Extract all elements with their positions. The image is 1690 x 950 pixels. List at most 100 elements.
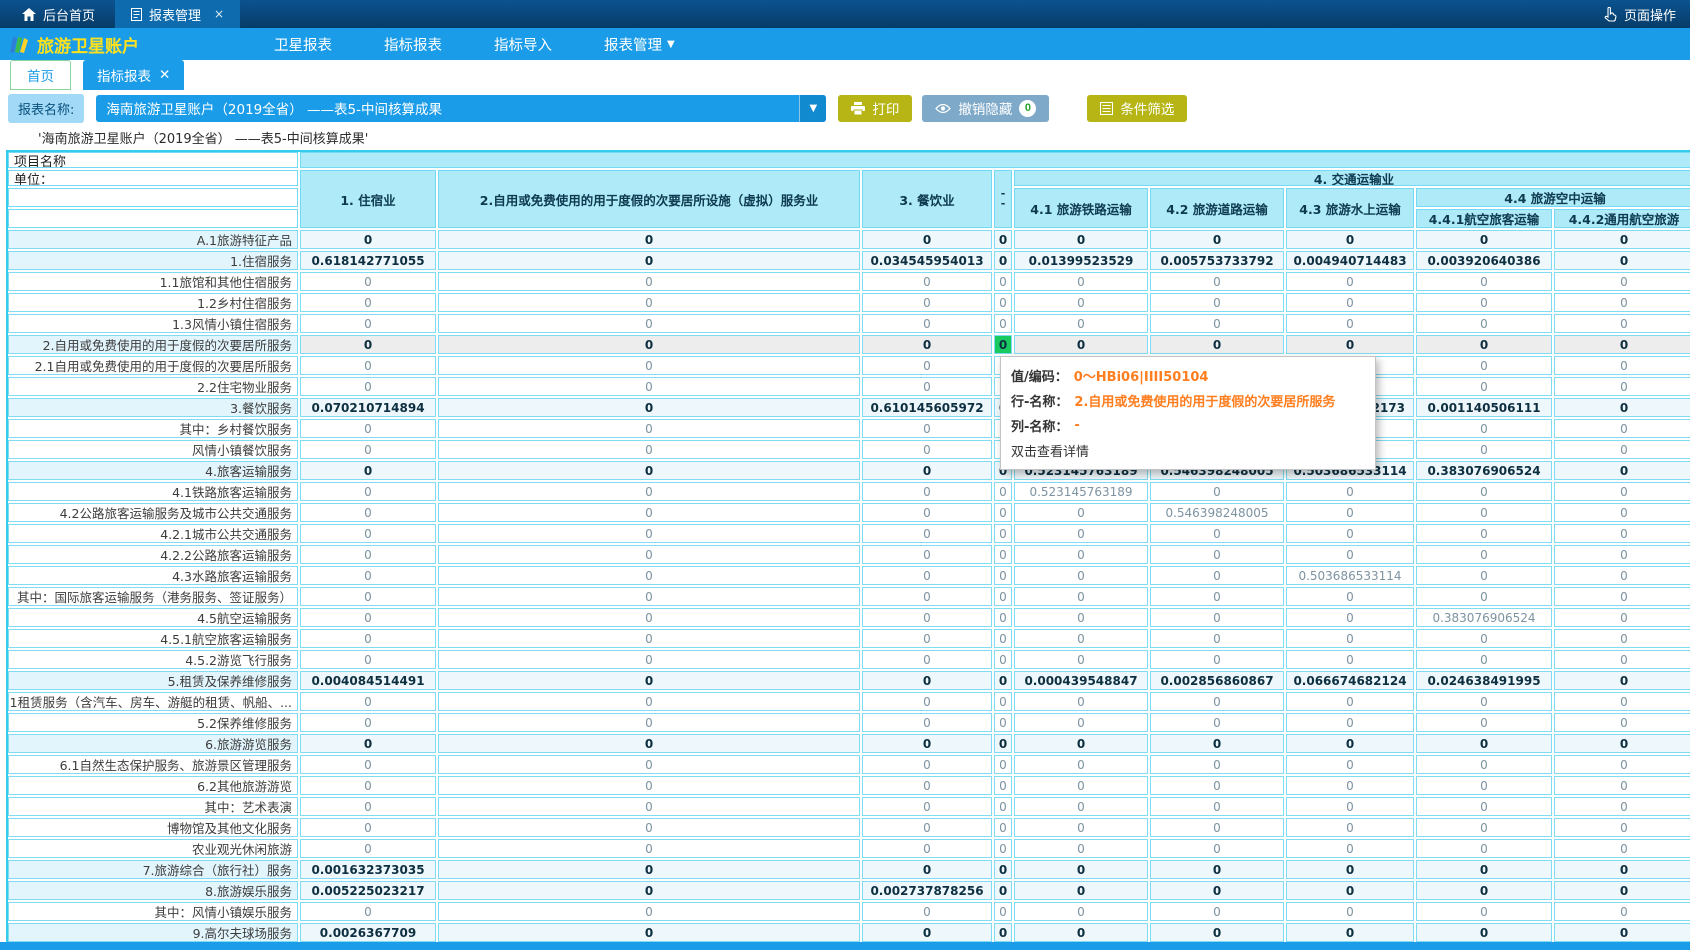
data-cell[interactable]: 0 xyxy=(1014,314,1148,333)
data-cell[interactable]: 0 xyxy=(1150,797,1284,816)
data-cell[interactable]: 0 xyxy=(1150,272,1284,291)
data-cell[interactable]: 0.503686533114 xyxy=(1286,566,1414,585)
data-cell[interactable]: 0 xyxy=(1554,776,1690,795)
data-cell[interactable]: 0 xyxy=(1554,839,1690,858)
data-cell[interactable]: 0 xyxy=(1554,524,1690,543)
data-cell[interactable]: 0 xyxy=(862,650,992,669)
data-cell[interactable]: 0 xyxy=(1014,272,1148,291)
data-cell[interactable]: 0 xyxy=(1554,272,1690,291)
data-cell[interactable]: 0 xyxy=(1014,818,1148,837)
data-cell[interactable]: 0 xyxy=(1554,503,1690,522)
data-cell[interactable]: 0.01399523529 xyxy=(1014,251,1148,270)
data-cell[interactable]: 0 xyxy=(1416,566,1552,585)
data-cell[interactable]: 0 xyxy=(438,545,860,564)
data-cell[interactable]: 0 xyxy=(1150,692,1284,711)
data-cell[interactable]: 0 xyxy=(994,272,1012,291)
data-cell[interactable]: 0 xyxy=(1286,629,1414,648)
data-cell[interactable]: 0 xyxy=(862,818,992,837)
data-cell[interactable]: 0.000439548847 xyxy=(1014,671,1148,690)
data-cell[interactable]: 0 xyxy=(1286,650,1414,669)
data-cell[interactable]: 0 xyxy=(300,755,436,774)
report-select[interactable]: 海南旅游卫星账户（2019全省） ——表5-中间核算成果 ▼ xyxy=(96,95,826,122)
data-cell[interactable]: 0 xyxy=(1554,818,1690,837)
data-cell[interactable]: 0 xyxy=(1416,629,1552,648)
data-cell[interactable]: 0 xyxy=(1554,440,1690,459)
data-cell[interactable]: 0 xyxy=(862,692,992,711)
data-cell[interactable]: 0 xyxy=(1554,419,1690,438)
data-cell[interactable]: 0 xyxy=(1014,335,1148,354)
data-cell[interactable]: 0 xyxy=(862,629,992,648)
data-cell[interactable]: 0 xyxy=(1416,314,1552,333)
data-cell[interactable]: 0 xyxy=(862,335,992,354)
data-cell[interactable]: 0 xyxy=(862,545,992,564)
data-cell[interactable]: 0 xyxy=(438,776,860,795)
data-cell[interactable]: 0 xyxy=(1416,650,1552,669)
data-cell[interactable]: 0 xyxy=(1554,860,1690,879)
data-cell[interactable]: 0 xyxy=(1554,629,1690,648)
data-cell[interactable]: 0 xyxy=(862,377,992,396)
data-cell[interactable]: 0.004940714483 xyxy=(1286,251,1414,270)
data-cell[interactable]: 0 xyxy=(300,230,436,249)
data-cell[interactable]: 0 xyxy=(438,272,860,291)
data-cell[interactable]: 0 xyxy=(994,230,1012,249)
data-cell[interactable]: 0 xyxy=(1416,440,1552,459)
data-cell[interactable]: 0 xyxy=(1014,692,1148,711)
data-cell[interactable]: 0 xyxy=(438,461,860,480)
data-cell[interactable]: 0 xyxy=(438,377,860,396)
data-cell[interactable]: 0 xyxy=(1416,713,1552,732)
data-cell[interactable]: 0 xyxy=(862,566,992,585)
data-cell[interactable]: 0 xyxy=(1554,398,1690,417)
data-cell[interactable]: 0 xyxy=(1286,881,1414,900)
data-cell[interactable]: 0.610145605972 xyxy=(862,398,992,417)
data-cell[interactable]: 0 xyxy=(1554,755,1690,774)
data-cell[interactable]: 0 xyxy=(1014,839,1148,858)
data-cell[interactable]: 0 xyxy=(862,839,992,858)
data-cell[interactable]: 0 xyxy=(1014,629,1148,648)
data-cell[interactable]: 0 xyxy=(1416,335,1552,354)
data-cell[interactable]: 0 xyxy=(994,839,1012,858)
data-cell[interactable]: 0 xyxy=(994,734,1012,753)
data-cell[interactable]: 0.002856860867 xyxy=(1150,671,1284,690)
data-cell[interactable]: 0 xyxy=(1150,650,1284,669)
data-cell[interactable]: 0 xyxy=(1416,356,1552,375)
data-cell[interactable]: 0 xyxy=(1416,587,1552,606)
data-cell[interactable]: 0 xyxy=(1014,713,1148,732)
data-cell[interactable]: 0 xyxy=(994,608,1012,627)
data-cell[interactable]: 0 xyxy=(300,734,436,753)
data-cell[interactable]: 0 xyxy=(994,293,1012,312)
data-cell[interactable]: 0 xyxy=(300,797,436,816)
undo-hide-button[interactable]: 撤销隐藏 0 xyxy=(922,95,1049,122)
data-cell[interactable]: 0 xyxy=(862,671,992,690)
data-cell[interactable]: 0 xyxy=(300,566,436,585)
page-operations-button[interactable]: 页面操作 xyxy=(1602,5,1690,24)
data-cell[interactable]: 0 xyxy=(1150,923,1284,942)
data-cell[interactable]: 0 xyxy=(438,335,860,354)
data-cell[interactable]: 0 xyxy=(1150,629,1284,648)
data-cell[interactable]: 0 xyxy=(438,314,860,333)
data-cell[interactable]: 0 xyxy=(300,356,436,375)
data-cell[interactable]: 0 xyxy=(1286,692,1414,711)
data-cell[interactable]: 0 xyxy=(1014,860,1148,879)
data-cell[interactable]: 0.001140506111 xyxy=(1416,398,1552,417)
data-cell[interactable]: 0 xyxy=(1554,482,1690,501)
data-cell[interactable]: 0 xyxy=(994,755,1012,774)
data-cell[interactable]: 0 xyxy=(862,482,992,501)
tab-home[interactable]: 首页 xyxy=(10,60,71,90)
data-cell[interactable]: 0 xyxy=(1014,566,1148,585)
data-cell[interactable]: 0.004084514491 xyxy=(300,671,436,690)
data-cell[interactable]: 0.002737878256 xyxy=(862,881,992,900)
data-cell[interactable]: 0 xyxy=(1014,293,1148,312)
data-cell[interactable]: 0 xyxy=(1416,293,1552,312)
data-cell[interactable]: 0 xyxy=(1150,713,1284,732)
data-cell[interactable]: 0 xyxy=(438,524,860,543)
data-cell[interactable]: 0 xyxy=(1150,902,1284,921)
data-cell[interactable]: 0 xyxy=(1014,608,1148,627)
data-cell[interactable]: 0 xyxy=(862,608,992,627)
data-cell[interactable]: 0 xyxy=(1286,860,1414,879)
data-cell[interactable]: 0 xyxy=(300,818,436,837)
data-cell[interactable]: 0 xyxy=(994,335,1012,354)
data-cell[interactable]: 0 xyxy=(1416,860,1552,879)
data-cell[interactable]: 0 xyxy=(1554,545,1690,564)
data-cell[interactable]: 0 xyxy=(1150,482,1284,501)
close-icon[interactable]: ✕ xyxy=(159,67,170,83)
